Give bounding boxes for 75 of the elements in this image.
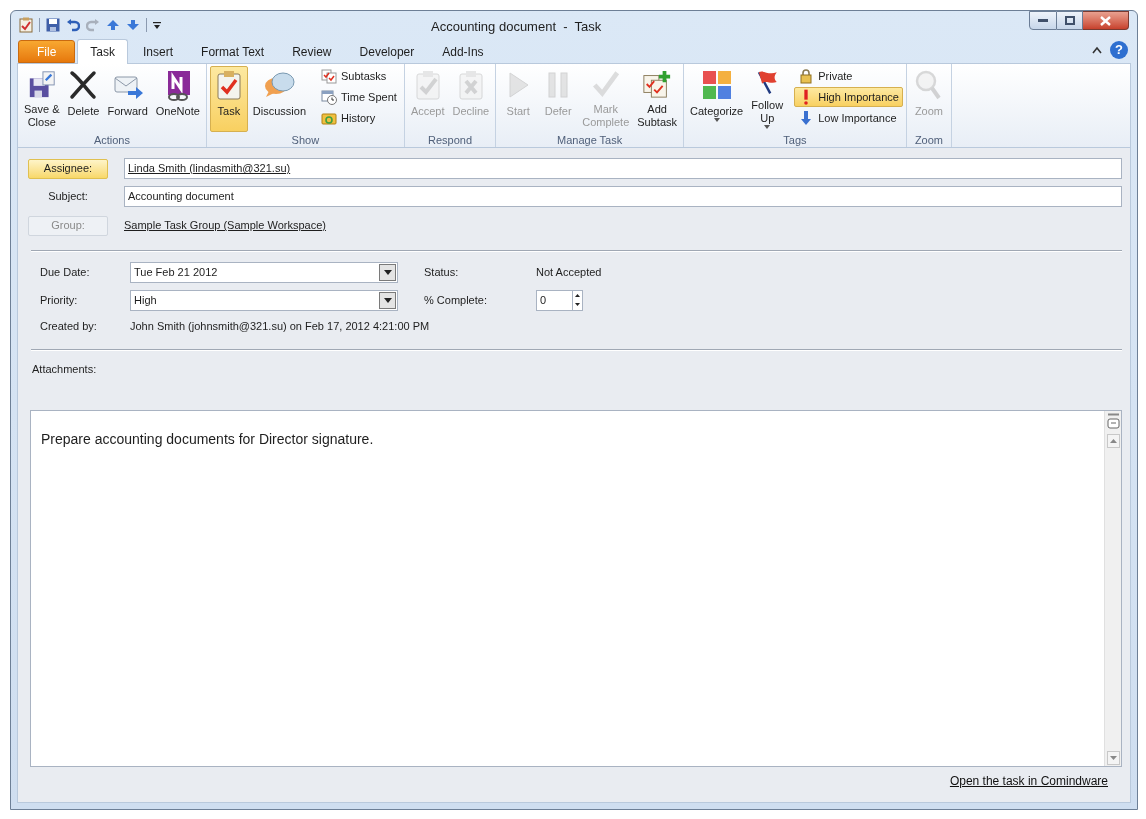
- ribbon-button[interactable]: Task: [209, 66, 248, 132]
- up-arrow-icon[interactable]: [106, 18, 120, 31]
- ribbon-button[interactable]: Private: [794, 66, 903, 86]
- due-date-dropdown[interactable]: Tue Feb 21 2012: [130, 262, 398, 283]
- ribbon-tab[interactable]: Review: [279, 40, 345, 63]
- percent-complete-spinner[interactable]: 0: [536, 290, 583, 311]
- ribbon-button[interactable]: Low Importance: [794, 108, 903, 128]
- ribbon-group-label: Respond: [427, 133, 474, 148]
- close-icon: [1100, 15, 1111, 26]
- ribbon-button[interactable]: Time Spent: [317, 87, 401, 107]
- ribbon-tab[interactable]: Format Text: [188, 40, 278, 63]
- restore-icon: [1064, 16, 1075, 25]
- minimize-button[interactable]: [1029, 11, 1057, 30]
- color-squares-icon: [700, 69, 733, 101]
- ribbon-button[interactable]: Discussion: [249, 66, 310, 132]
- task-clipboard-icon[interactable]: [19, 16, 33, 33]
- close-button[interactable]: [1083, 11, 1129, 30]
- body-text: Prepare accounting documents for Director signature.: [41, 430, 375, 449]
- ribbon-button[interactable]: Add Subtask: [634, 66, 681, 132]
- attachments-label: Attachments:: [32, 361, 98, 377]
- collapse-ribbon-icon[interactable]: [1092, 46, 1102, 54]
- ribbon-group-label: Show: [290, 133, 321, 148]
- ribbon-tab[interactable]: Add-Ins: [429, 40, 497, 63]
- ribbon-button[interactable]: Forward: [104, 66, 151, 132]
- scroll-down-icon[interactable]: [1106, 751, 1120, 765]
- scroll-up-icon[interactable]: [1106, 434, 1120, 448]
- checklist-icon: [321, 68, 338, 84]
- undo-icon[interactable]: [66, 17, 80, 32]
- ribbon-tab[interactable]: Developer: [346, 40, 428, 63]
- due-date-label: Due Date:: [40, 265, 91, 281]
- ribbon-button[interactable]: Subtasks: [317, 66, 401, 86]
- save-icon[interactable]: [46, 17, 60, 32]
- calendar-clock-icon: [321, 89, 338, 105]
- body-editor[interactable]: Prepare accounting documents for Director signature.: [30, 410, 1122, 767]
- caret-icon: [764, 125, 771, 129]
- ribbon-tab[interactable]: Insert: [130, 40, 187, 63]
- ribbon-group-label: Zoom: [913, 133, 944, 148]
- created-by-value: John Smith (johnsmith@321.su) on Feb 17, 2012 4:21:00 PM: [130, 319, 431, 334]
- exclamation-icon: [804, 89, 809, 105]
- priority-dropdown[interactable]: High: [130, 290, 398, 311]
- minimize-icon: [1038, 18, 1048, 23]
- caret-icon: [713, 118, 720, 122]
- down-arrow-icon[interactable]: [126, 18, 140, 31]
- ribbon-button[interactable]: Categorize: [687, 66, 747, 132]
- assignee-link[interactable]: Linda Smith (lindasmith@321.su): [128, 160, 291, 177]
- ribbon-button[interactable]: High Importance: [794, 87, 903, 107]
- scrollbar[interactable]: [1104, 411, 1121, 766]
- restore-button[interactable]: [1057, 11, 1083, 30]
- padlock-icon: [798, 68, 815, 84]
- subject-label: Subject:: [47, 189, 89, 205]
- created-by-label: Created by:: [40, 319, 98, 334]
- spin-up-icon[interactable]: [573, 291, 582, 300]
- ribbon-tab[interactable]: Task: [77, 39, 129, 64]
- assignee-button[interactable]: Assignee:: [28, 158, 108, 179]
- window-title: Accounting document - Task: [431, 18, 602, 36]
- ribbon-group-label: Tags: [782, 133, 808, 148]
- ribbon-button[interactable]: Save & Close: [21, 66, 63, 132]
- spin-down-icon[interactable]: [573, 300, 582, 309]
- ribbon-button[interactable]: Follow Up: [748, 66, 787, 132]
- dropdown-arrow-icon: [383, 298, 392, 303]
- help-button[interactable]: ?: [1110, 41, 1128, 59]
- open-in-comindware-link[interactable]: Open the task in Comindware: [949, 772, 1108, 790]
- ribbon-button[interactable]: Delete: [64, 66, 103, 132]
- subject-field[interactable]: Accounting document: [125, 188, 1121, 205]
- ribbon-group-label: Actions: [92, 133, 131, 148]
- ribbon-button[interactable]: OneNote: [152, 66, 203, 132]
- assignee-field[interactable]: Linda Smith (lindasmith@321.su): [124, 158, 1122, 179]
- customize-dropdown-icon[interactable]: [153, 19, 161, 30]
- ribbon-button[interactable]: History: [317, 108, 401, 128]
- ribbon-group-label: Manage Task: [556, 133, 624, 148]
- priority-label: Priority:: [40, 293, 79, 309]
- status-label: Status:: [424, 265, 460, 281]
- dropdown-arrow-icon: [383, 270, 392, 275]
- percent-complete-label: % Complete:: [424, 293, 488, 309]
- status-value: Not Accepted: [536, 265, 603, 281]
